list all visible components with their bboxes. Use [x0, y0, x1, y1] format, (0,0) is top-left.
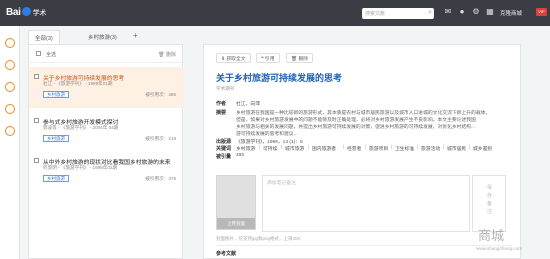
abstract-line: 乡村旅游在我国是一种比较新的旅游形式，其本质是农村与城市居民旅游以及城市人口进城…	[236, 111, 491, 116]
paper-type: 学术期刊	[216, 86, 235, 91]
item-cite-count: 被引用次：218	[145, 136, 176, 141]
cover-hint: 封面图片，仅支持jpg和png格式，上限30K	[216, 236, 301, 241]
keyword[interactable]: 城市居民	[447, 145, 466, 152]
home-icon[interactable]	[5, 38, 15, 48]
keyword[interactable]: 国内旅游者	[312, 145, 336, 152]
search-input[interactable]: 搜索文献 ⌕	[362, 8, 434, 19]
source-label: 出版源	[216, 139, 232, 145]
save-note-button[interactable]: 保存备注	[472, 175, 506, 232]
note-textarea[interactable]: 添加笔记备注	[262, 175, 470, 232]
keyword[interactable]: 乡村旅游	[236, 145, 255, 152]
bell-icon[interactable]: ●	[458, 8, 466, 16]
keyword[interactable]: 城乡差别	[473, 145, 492, 152]
vip-badge: VIP	[536, 8, 547, 16]
paper-title: 关于乡村旅游可持续发展的思考	[216, 73, 343, 83]
grid-icon[interactable]: ▦	[486, 8, 494, 16]
list-header: 全选 🗑 删除	[29, 45, 184, 63]
select-all-label: 全选	[46, 52, 57, 58]
item-checkbox[interactable]	[34, 158, 39, 163]
cite-button[interactable]: ❝ 引用	[256, 53, 280, 63]
cover-placeholder: 上传封面	[216, 175, 256, 230]
abstract-label: 摘要	[216, 110, 227, 116]
note-icon[interactable]	[5, 82, 15, 92]
select-all-checkbox[interactable]	[36, 51, 41, 56]
abstract-line: 但是，如果对乡村旅游发展中的问题不能够及时正确处理，必将对乡村旅游发展产生不良影…	[236, 118, 476, 123]
keyword[interactable]: 城市旅游	[285, 145, 304, 152]
delete-button[interactable]: 🗑 删除	[286, 53, 314, 63]
authors[interactable]: 杜江，向萍	[236, 100, 260, 107]
references-heading: 参考文献	[216, 251, 237, 257]
paper-list: 全选 🗑 删除 关于乡村旅游可持续发展的思考 杜江 - 《旅游学刊》 - 199…	[28, 44, 184, 259]
keyword[interactable]: 经营者	[347, 145, 361, 152]
item-tag[interactable]: 乡村旅游	[43, 175, 69, 182]
abstract-line: 乡村旅游与相关的发展问题，并提出乡村旅游可持续发展的对策，促进乡村旅游的可持续发…	[236, 125, 476, 130]
watermark: 商城 www.shangcheng.com	[476, 229, 522, 251]
keyword[interactable]: 旅游项目	[369, 145, 388, 152]
history-icon[interactable]	[5, 104, 15, 114]
gear-icon[interactable]: ⚙	[472, 8, 480, 16]
get-fulltext-button[interactable]: ⬇ 获取全文	[216, 53, 251, 63]
list-item[interactable]: 参与式乡村旅游开发模式探讨 郭凌等 - 《旅游学刊》 - 2004年 04期 乡…	[29, 111, 184, 152]
delete-link[interactable]: 🗑 删除	[158, 51, 176, 58]
item-meta: 杜江 - 《旅游学刊》 - 1999年01期	[43, 81, 113, 86]
baidu-xueshu-logo[interactable]: Bai 学术	[6, 7, 46, 18]
cited-count: 486	[236, 153, 245, 158]
item-meta: 郭凌等 - 《旅游学刊》 - 2004年 04期	[43, 125, 119, 130]
item-tag[interactable]: 乡村旅游	[43, 91, 69, 98]
tab-all[interactable]: 全部(3)	[28, 30, 60, 44]
author-label: 作者	[216, 101, 227, 107]
abstract-line: 游可持续发展的思考和建议...	[236, 132, 298, 137]
keyword[interactable]: 旅游活动	[421, 145, 440, 152]
list-item[interactable]: 关于乡村旅游可持续发展的思考 杜江 - 《旅游学刊》 - 1999年01期 乡村…	[29, 67, 184, 108]
search-icon[interactable]: ⌕	[428, 9, 432, 17]
item-cite-count: 被引用次：486	[145, 92, 176, 97]
user-name[interactable]: 克隆商城	[500, 9, 522, 17]
keyword[interactable]: 可持续	[263, 145, 277, 152]
paw-icon	[21, 7, 31, 16]
tab-rural-tourism[interactable]: 乡村旅游(3)	[82, 30, 123, 44]
item-meta: 何景明 - 《旅游学刊》 - 1999年02期	[43, 165, 118, 170]
top-bar: Bai 学术 搜索文献 ⌕ ✉ ● ⚙ ▦ 克隆商城 VIP	[0, 0, 550, 26]
keywords-label: 关键词	[216, 146, 232, 152]
list-item[interactable]: 从中外乡村旅游的现状对比看我国乡村旅游的未来 何景明 - 《旅游学刊》 - 19…	[29, 151, 184, 192]
item-cite-count: 被引用次：376	[145, 176, 176, 181]
keyword[interactable]: 卫生标准	[395, 145, 414, 152]
source[interactable]: 《旅游学刊》，1999，14 (1)：5	[236, 138, 303, 145]
add-tab-button[interactable]: +	[133, 31, 138, 40]
library-icon[interactable]	[5, 60, 15, 70]
item-tag[interactable]: 乡村旅游	[43, 135, 69, 142]
item-checkbox[interactable]	[34, 74, 39, 79]
message-icon[interactable]: ✉	[444, 8, 452, 16]
left-rail	[0, 26, 20, 259]
upload-cover-button[interactable]: 上传封面	[217, 218, 255, 229]
cited-label: 被引量	[216, 154, 232, 160]
item-checkbox[interactable]	[34, 118, 39, 123]
user-icon[interactable]	[5, 126, 15, 136]
